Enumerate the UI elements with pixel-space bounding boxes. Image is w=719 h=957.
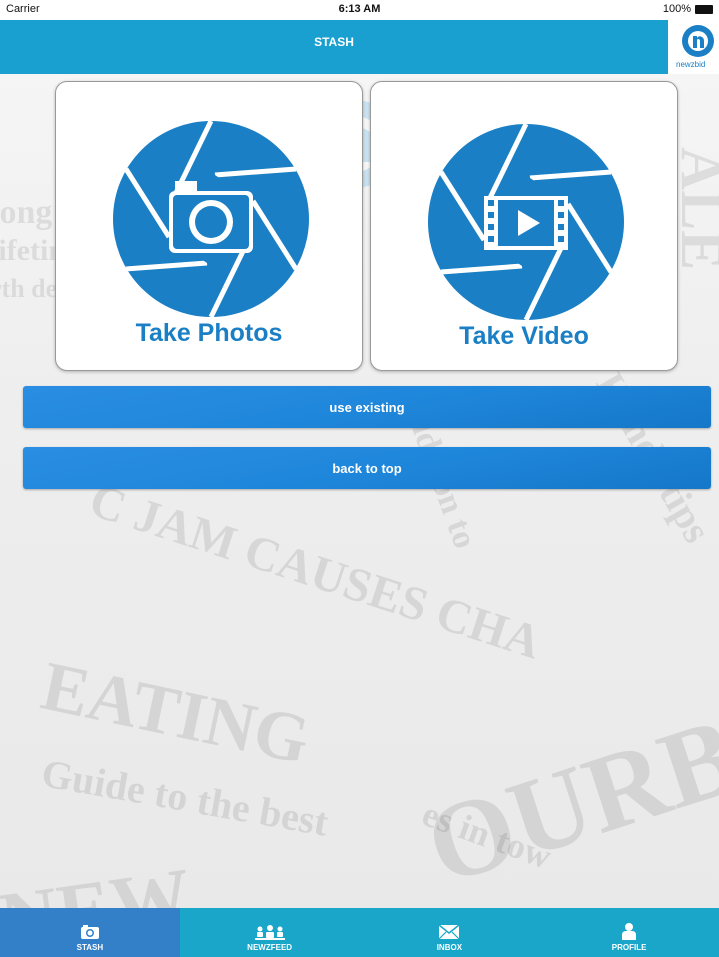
video-shutter-icon [428,122,624,322]
status-bar: Carrier 6:13 AM 100% [0,0,719,20]
tab-newzfeed-label: NEWZFEED [247,943,293,952]
clock: 6:13 AM [338,3,381,15]
logo-icon [682,25,714,57]
take-photos-card[interactable]: Take Photos [55,81,363,371]
people-icon [254,925,285,940]
envelope-icon [438,924,460,940]
take-video-label: Take Video [459,322,589,350]
tab-profile[interactable]: PROFILE [539,908,719,957]
page-title: STASH [314,35,354,49]
take-video-card[interactable]: Take Video [370,81,678,371]
tab-bar: STASH NEWZFEED INBOX PROFILE [0,908,719,957]
header-bar: STASH [0,20,668,74]
logo-label: newzbid [676,60,706,69]
use-existing-button[interactable]: use existing [23,386,711,428]
camera-icon [80,925,99,939]
battery-percent: 100% [662,3,691,15]
brand-logo[interactable]: newzbid [676,22,719,74]
tab-stash[interactable]: STASH [0,908,180,957]
back-to-top-button[interactable]: back to top [23,447,711,489]
person-icon [622,923,637,940]
tab-inbox[interactable]: INBOX [360,908,540,957]
tab-stash-label: STASH [76,943,104,952]
take-photos-label: Take Photos [135,319,283,347]
camera-shutter-icon [113,119,309,319]
tab-profile-label: PROFILE [611,943,647,952]
battery-icon [695,5,713,14]
tab-inbox-label: INBOX [436,943,463,952]
tab-newzfeed[interactable]: NEWZFEED [180,908,360,957]
